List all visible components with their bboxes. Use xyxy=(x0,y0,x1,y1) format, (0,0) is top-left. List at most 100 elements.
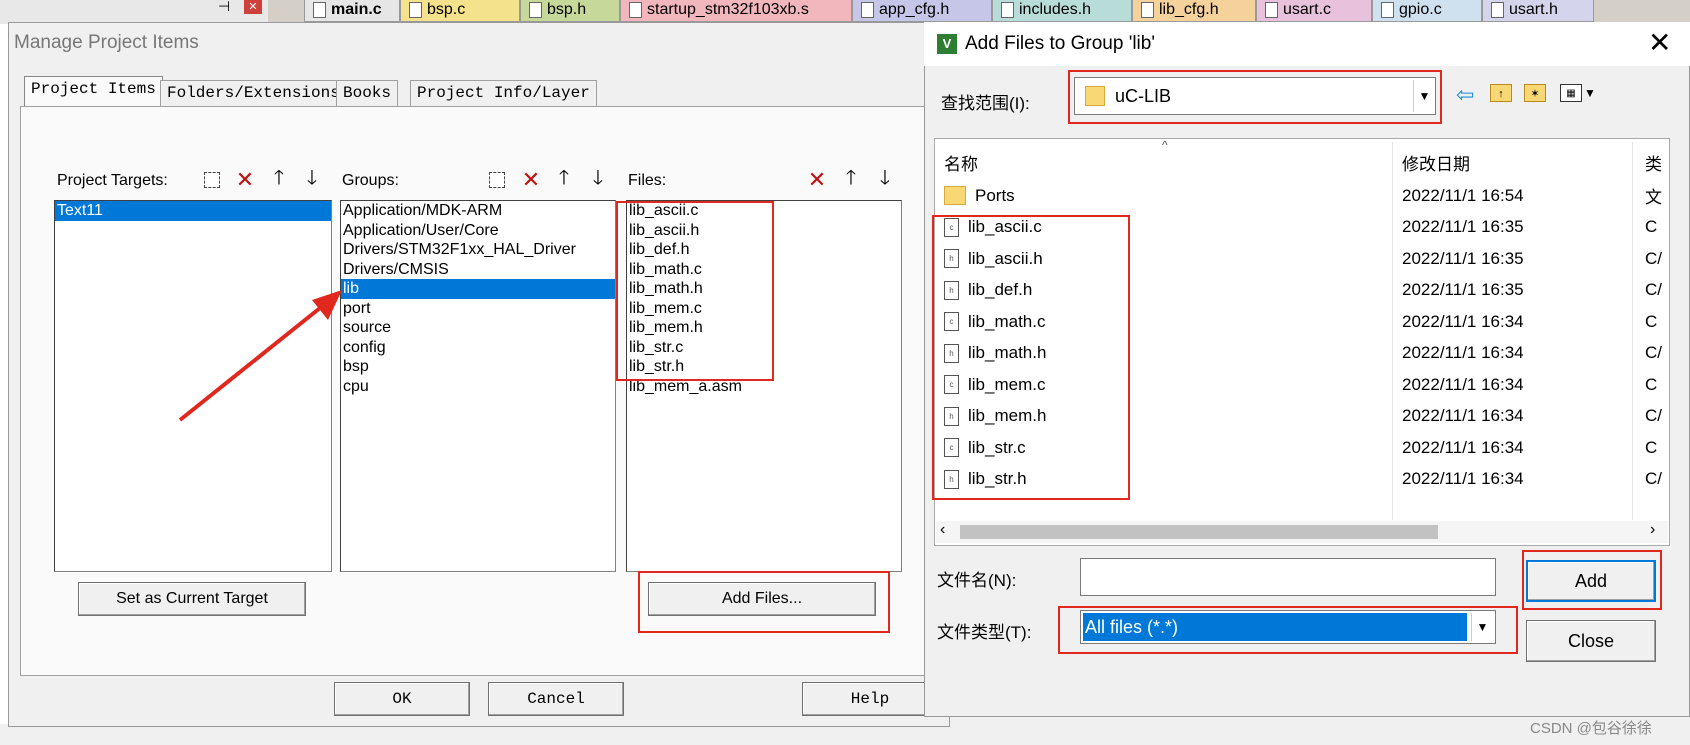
list-item[interactable]: Application/MDK-ARM xyxy=(341,201,615,221)
list-item[interactable]: bsp xyxy=(341,357,615,377)
editor-tab[interactable]: app_cfg.h xyxy=(852,0,992,22)
list-item[interactable]: source xyxy=(341,318,615,338)
new-group-button[interactable] xyxy=(484,168,510,192)
move-file-down-button[interactable]: 🡓 xyxy=(872,167,898,192)
horizontal-scrollbar[interactable]: ‹ › xyxy=(936,521,1668,543)
scroll-right-icon[interactable]: › xyxy=(1650,521,1655,539)
arrow-down-icon: 🡓 xyxy=(592,167,604,189)
up-folder-icon[interactable]: ↑ xyxy=(1490,84,1512,102)
list-item[interactable]: port xyxy=(341,299,615,319)
editor-tab[interactable]: main.c xyxy=(304,0,400,22)
groups-label: Groups: xyxy=(342,172,399,189)
back-icon[interactable]: ⇦ xyxy=(1456,82,1474,108)
new-target-button[interactable] xyxy=(199,168,225,192)
project-pane-header: ⊣ ✕ xyxy=(0,0,268,24)
file-date: 2022/11/1 16:34 xyxy=(1402,311,1524,331)
files-label: Files: xyxy=(628,172,667,189)
file-type: C/ xyxy=(1645,406,1662,426)
editor-tab[interactable]: bsp.h xyxy=(520,0,620,22)
file-date: 2022/11/1 16:34 xyxy=(1402,406,1524,426)
move-target-down-button[interactable]: 🡓 xyxy=(299,167,325,192)
editor-tab-label: lib_cfg.h xyxy=(1159,1,1219,18)
ok-button[interactable]: OK xyxy=(334,682,470,716)
list-item[interactable]: Application/User/Core xyxy=(341,221,615,241)
scrollbar-thumb[interactable] xyxy=(960,525,1438,539)
editor-tab-label: usart.c xyxy=(1283,1,1332,18)
file-date: 2022/11/1 16:35 xyxy=(1402,248,1524,268)
tab-folders-extensions[interactable]: Folders/Extensions xyxy=(160,80,347,106)
list-item[interactable]: Text11 xyxy=(55,201,331,221)
column-date-header[interactable]: 修改日期 xyxy=(1402,150,1470,175)
sort-caret-icon: ^ xyxy=(1162,138,1168,152)
editor-tab[interactable]: usart.h xyxy=(1482,0,1594,22)
file-icon xyxy=(1265,2,1278,18)
editor-tab[interactable]: gpio.c xyxy=(1372,0,1482,22)
delete-icon: ✕ xyxy=(521,167,541,192)
arrow-down-icon: 🡓 xyxy=(306,167,318,189)
file-type: C/ xyxy=(1645,469,1662,489)
list-item[interactable]: Drivers/STM32F1xx_HAL_Driver xyxy=(341,240,615,260)
file-type: C/ xyxy=(1645,343,1662,363)
file-date: 2022/11/1 16:54 xyxy=(1402,185,1524,205)
file-type: C xyxy=(1645,374,1658,394)
editor-tab[interactable]: usart.c xyxy=(1256,0,1372,22)
file-name: Ports xyxy=(975,185,1015,205)
editor-tab[interactable]: bsp.c xyxy=(400,0,520,22)
column-name-header[interactable]: 名称 xyxy=(944,150,978,175)
files-highlight-box xyxy=(616,201,774,381)
editor-tab-label: startup_stm32f103xb.s xyxy=(647,1,809,18)
file-icon xyxy=(529,2,542,18)
editor-tab[interactable]: startup_stm32f103xb.s xyxy=(620,0,852,22)
editor-tab-label: usart.h xyxy=(1509,1,1558,18)
window-title: Manage Project Items xyxy=(14,32,199,53)
move-target-up-button[interactable]: 🡑 xyxy=(266,167,292,192)
arrow-up-icon: 🡑 xyxy=(558,167,570,189)
editor-tab[interactable]: includes.h xyxy=(992,0,1132,22)
new-folder-icon[interactable]: ✶ xyxy=(1524,84,1546,102)
tab-project-items[interactable]: Project Items xyxy=(24,76,163,108)
file-date: 2022/11/1 16:34 xyxy=(1402,374,1524,394)
close-pane-icon[interactable]: ✕ xyxy=(244,0,262,14)
list-item[interactable]: config xyxy=(341,338,615,358)
move-group-down-button[interactable]: 🡓 xyxy=(585,167,611,192)
file-row[interactable]: Ports 2022/11/1 16:54 文 xyxy=(944,180,1664,212)
arrow-up-icon: 🡑 xyxy=(845,167,857,189)
close-icon[interactable]: ✕ xyxy=(1648,28,1671,58)
look-in-label: 查找范围(I): xyxy=(941,94,1030,113)
filetype-highlight-box xyxy=(1058,606,1518,654)
list-item[interactable]: cpu xyxy=(341,377,615,397)
filename-input[interactable] xyxy=(1080,558,1496,596)
file-type: C/ xyxy=(1645,280,1662,300)
move-file-up-button[interactable]: 🡑 xyxy=(838,167,864,192)
list-item[interactable]: Drivers/CMSIS xyxy=(341,260,615,280)
cancel-button[interactable]: Cancel xyxy=(488,682,624,716)
file-date: 2022/11/1 16:34 xyxy=(1402,437,1524,457)
help-button[interactable]: Help xyxy=(802,682,938,716)
file-date: 2022/11/1 16:35 xyxy=(1402,280,1524,300)
set-current-target-button[interactable]: Set as Current Target xyxy=(78,582,306,616)
delete-group-button[interactable]: ✕ xyxy=(518,167,544,192)
tab-project-info-layer[interactable]: Project Info/Layer xyxy=(410,80,597,106)
delete-file-button[interactable]: ✕ xyxy=(804,167,830,192)
move-group-up-button[interactable]: 🡑 xyxy=(551,167,577,192)
file-type: C xyxy=(1645,437,1658,457)
column-type-header[interactable]: 类 xyxy=(1645,150,1662,175)
delete-target-button[interactable]: ✕ xyxy=(232,167,258,192)
editor-tab-label: bsp.h xyxy=(547,1,587,18)
file-icon xyxy=(861,2,874,18)
groups-list[interactable]: Application/MDK-ARM Application/User/Core… xyxy=(340,200,616,572)
delete-icon: ✕ xyxy=(807,167,827,192)
files-selection-highlight-box xyxy=(932,215,1130,500)
editor-tab-label: bsp.c xyxy=(427,1,466,18)
close-button[interactable]: Close xyxy=(1526,620,1656,662)
tab-books[interactable]: Books xyxy=(336,80,399,106)
list-item[interactable]: lib xyxy=(341,279,615,299)
view-menu-icon[interactable]: ▦ xyxy=(1560,84,1582,102)
file-icon xyxy=(1141,2,1154,18)
editor-tab[interactable]: lib_cfg.h xyxy=(1132,0,1256,22)
file-date: 2022/11/1 16:34 xyxy=(1402,469,1524,489)
scroll-left-icon[interactable]: ‹ xyxy=(940,521,945,539)
chevron-down-icon[interactable]: ▼ xyxy=(1584,86,1596,100)
pin-icon[interactable]: ⊣ xyxy=(218,0,230,15)
file-type: 文 xyxy=(1645,188,1662,208)
